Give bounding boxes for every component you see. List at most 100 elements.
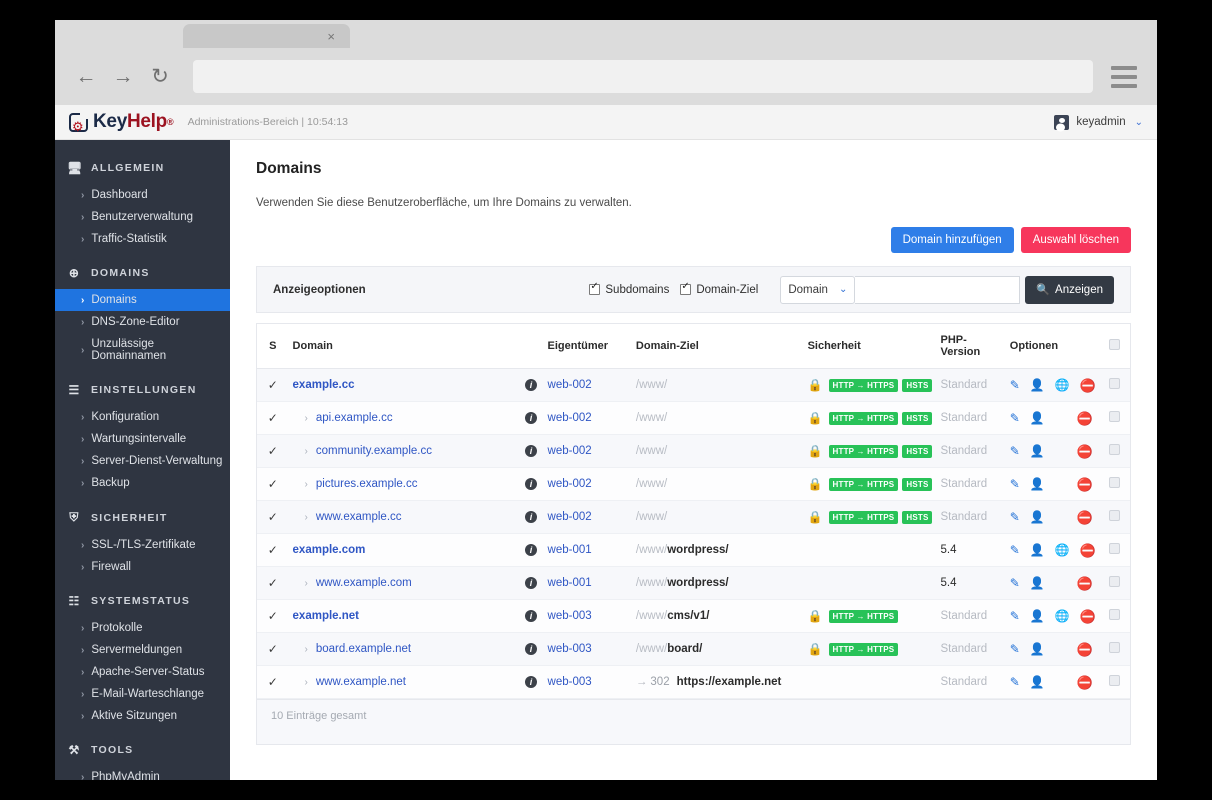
user-edit-icon[interactable]: 👤 (1030, 676, 1045, 688)
user-edit-icon[interactable]: 👤 (1030, 544, 1045, 556)
info-icon[interactable]: i (525, 643, 537, 655)
info-icon[interactable]: i (525, 676, 537, 688)
sidebar-item-ssl-tls-zertifikate[interactable]: › SSL-/TLS-Zertifikate (55, 534, 230, 556)
edit-icon[interactable]: ✎ (1010, 544, 1020, 556)
info-icon[interactable]: i (525, 511, 537, 523)
edit-icon[interactable]: ✎ (1010, 577, 1020, 589)
info-icon[interactable]: i (525, 478, 537, 490)
domain-link[interactable]: api.example.cc (316, 412, 393, 424)
globe-icon[interactable]: 🌐 (1055, 544, 1070, 556)
disable-icon[interactable]: ⛔ (1080, 610, 1096, 623)
info-icon[interactable]: i (525, 379, 537, 391)
domain-target-checkbox[interactable]: Domain-Ziel (680, 282, 758, 296)
tab-close-icon[interactable]: × (327, 30, 335, 43)
sidebar-item-benutzerverwaltung[interactable]: › Benutzerverwaltung (55, 206, 230, 228)
row-checkbox[interactable] (1109, 642, 1121, 653)
add-domain-button[interactable]: Domain hinzufügen (890, 227, 1014, 253)
domain-link[interactable]: example.com (293, 544, 366, 556)
disable-icon[interactable]: ⛔ (1077, 643, 1093, 656)
row-checkbox[interactable] (1109, 378, 1121, 389)
domain-link[interactable]: www.example.com (316, 577, 412, 589)
row-checkbox[interactable] (1109, 543, 1121, 554)
sidebar-item-unzul-ssige-domainnamen[interactable]: › Unzulässige Domainnamen (55, 333, 230, 367)
disable-icon[interactable]: ⛔ (1080, 544, 1096, 557)
hamburger-menu-icon[interactable] (1111, 65, 1137, 88)
reload-icon[interactable]: ↻ (145, 62, 175, 92)
info-icon[interactable]: i (525, 412, 537, 424)
user-edit-icon[interactable]: 👤 (1030, 577, 1045, 589)
sidebar-item-server-dienst-verwaltung[interactable]: › Server-Dienst-Verwaltung (55, 450, 230, 472)
info-icon[interactable]: i (525, 445, 537, 457)
owner-link[interactable]: web-002 (548, 511, 592, 523)
globe-icon[interactable]: 🌐 (1055, 379, 1070, 391)
owner-link[interactable]: web-002 (548, 379, 592, 391)
owner-link[interactable]: web-003 (548, 610, 592, 622)
back-icon[interactable]: ← (71, 62, 101, 92)
sidebar-item-traffic-statistik[interactable]: › Traffic-Statistik (55, 228, 230, 250)
user-edit-icon[interactable]: 👤 (1030, 379, 1045, 391)
owner-link[interactable]: web-002 (548, 412, 592, 424)
owner-link[interactable]: web-002 (548, 445, 592, 457)
row-checkbox[interactable] (1109, 609, 1121, 620)
domain-link[interactable]: www.example.cc (316, 511, 402, 523)
globe-icon[interactable]: 🌐 (1055, 610, 1070, 622)
disable-icon[interactable]: ⛔ (1077, 511, 1093, 524)
edit-icon[interactable]: ✎ (1010, 412, 1020, 424)
disable-icon[interactable]: ⛔ (1077, 676, 1093, 689)
owner-link[interactable]: web-001 (548, 544, 592, 556)
sidebar-item-e-mail-warteschlange[interactable]: › E-Mail-Warteschlange (55, 683, 230, 705)
edit-icon[interactable]: ✎ (1010, 379, 1020, 391)
edit-icon[interactable]: ✎ (1010, 511, 1020, 523)
info-icon[interactable]: i (525, 544, 537, 556)
user-menu[interactable]: keyadmin ⌄ (1054, 114, 1143, 130)
domain-link[interactable]: www.example.net (316, 676, 406, 688)
row-checkbox[interactable] (1109, 411, 1121, 422)
edit-icon[interactable]: ✎ (1010, 445, 1020, 457)
owner-link[interactable]: web-002 (548, 478, 592, 490)
sidebar-item-dns-zone-editor[interactable]: › DNS-Zone-Editor (55, 311, 230, 333)
edit-icon[interactable]: ✎ (1010, 478, 1020, 490)
sidebar-item-servermeldungen[interactable]: › Servermeldungen (55, 639, 230, 661)
sidebar-item-wartungsintervalle[interactable]: › Wartungsintervalle (55, 428, 230, 450)
row-checkbox[interactable] (1109, 444, 1121, 455)
disable-icon[interactable]: ⛔ (1077, 577, 1093, 590)
user-edit-icon[interactable]: 👤 (1030, 610, 1045, 622)
sidebar-item-phpmyadmin[interactable]: › PhpMyAdmin (55, 766, 230, 780)
browser-tab[interactable]: × (183, 24, 350, 48)
disable-icon[interactable]: ⛔ (1077, 412, 1093, 425)
owner-link[interactable]: web-003 (548, 643, 592, 655)
user-edit-icon[interactable]: 👤 (1030, 412, 1045, 424)
sidebar-item-dashboard[interactable]: › Dashboard (55, 184, 230, 206)
domain-link[interactable]: board.example.net (316, 643, 411, 655)
row-checkbox[interactable] (1109, 510, 1121, 521)
subdomains-checkbox[interactable]: Subdomains (589, 282, 669, 296)
sidebar-item-domains[interactable]: › Domains (55, 289, 230, 311)
owner-link[interactable]: web-003 (548, 676, 592, 688)
user-edit-icon[interactable]: 👤 (1030, 478, 1045, 490)
disable-icon[interactable]: ⛔ (1077, 478, 1093, 491)
select-all-checkbox[interactable] (1109, 339, 1121, 350)
forward-icon[interactable]: → (108, 62, 138, 92)
user-edit-icon[interactable]: 👤 (1030, 445, 1045, 457)
sidebar-item-backup[interactable]: › Backup (55, 472, 230, 494)
disable-icon[interactable]: ⛔ (1077, 445, 1093, 458)
sidebar-item-konfiguration[interactable]: › Konfiguration (55, 406, 230, 428)
edit-icon[interactable]: ✎ (1010, 676, 1020, 688)
sidebar-item-protokolle[interactable]: › Protokolle (55, 617, 230, 639)
info-icon[interactable]: i (525, 577, 537, 589)
domain-link[interactable]: community.example.cc (316, 445, 432, 457)
show-button[interactable]: 🔍 Anzeigen (1025, 275, 1114, 304)
user-edit-icon[interactable]: 👤 (1030, 643, 1045, 655)
user-edit-icon[interactable]: 👤 (1030, 511, 1045, 523)
row-checkbox[interactable] (1109, 675, 1121, 686)
domain-link[interactable]: example.net (293, 610, 359, 622)
owner-link[interactable]: web-001 (548, 577, 592, 589)
sidebar-item-firewall[interactable]: › Firewall (55, 556, 230, 578)
domain-link[interactable]: example.cc (293, 379, 355, 391)
filter-search-input[interactable] (855, 275, 1021, 304)
row-checkbox[interactable] (1109, 477, 1121, 488)
filter-field-select[interactable]: Domain ⌄ (780, 275, 856, 304)
keyhelp-logo[interactable]: KeyHelp® (69, 111, 174, 133)
url-input[interactable] (193, 60, 1093, 93)
info-icon[interactable]: i (525, 610, 537, 622)
